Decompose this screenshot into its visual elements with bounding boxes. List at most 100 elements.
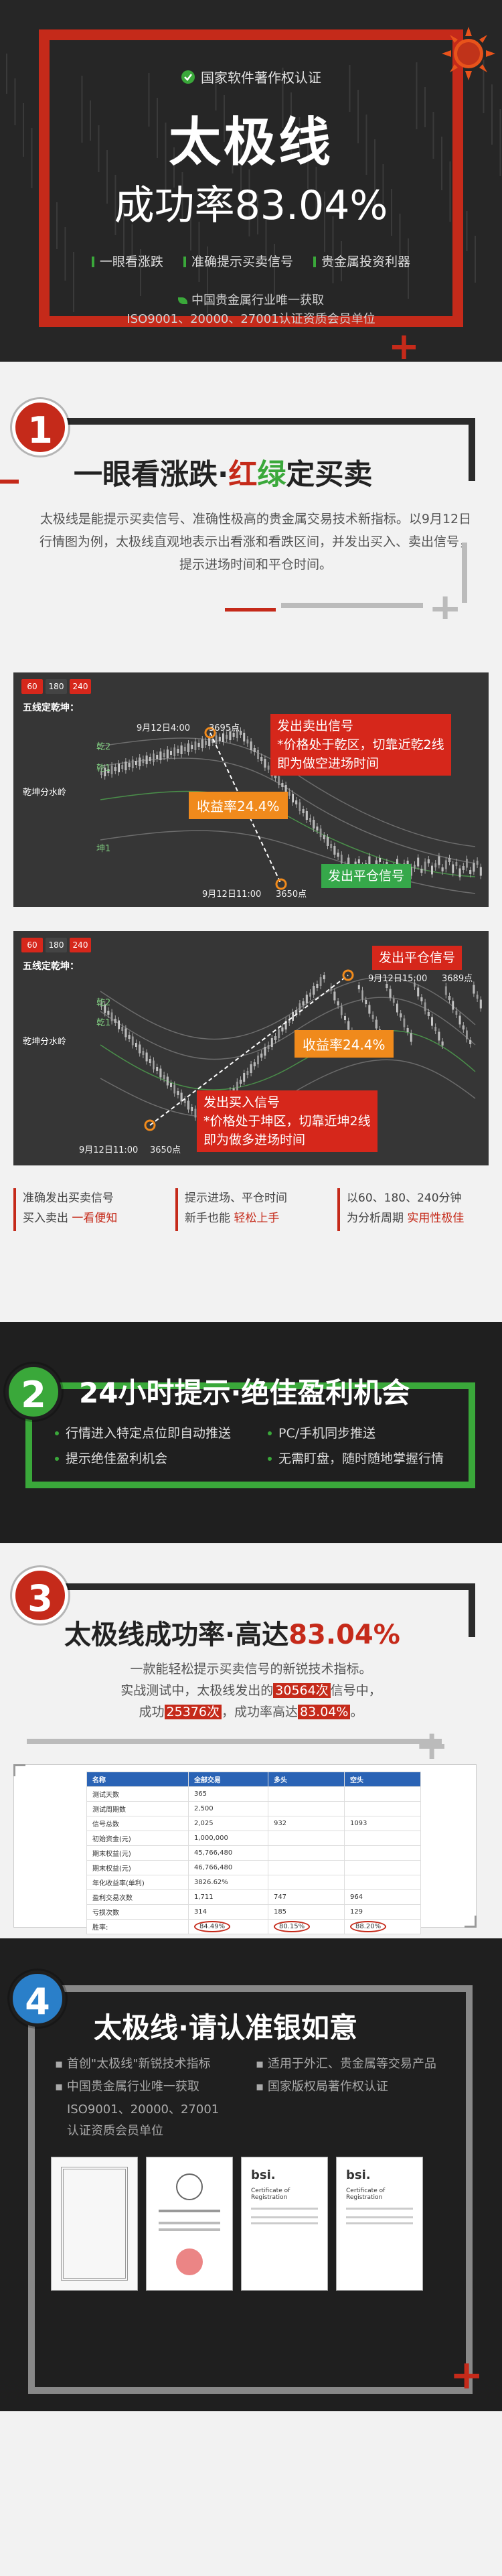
price-label: 3650点 [276,889,307,900]
table-cell: 365 [187,1786,268,1802]
list-item: 认证资质会员单位 [67,2124,163,2138]
test-results-card: 名称 全部交易 多头 空头 测试天数 365 测试周期数 2,500 信号总数 2,025 932 1… [13,1764,477,1934]
test-results-table: 名称 全部交易 多头 空头 测试天数 365 测试周期数 2,500 信号总数 2,025 932 1… [86,1772,422,1934]
date-label: 9月12日15:00 [368,974,428,984]
date-label: 9月12日11:00 [202,889,262,900]
section-1: 1 一眼看涨跌·红绿定买卖 太极线是能提示买卖信号、准确性极高的贵金属交易技术新… [0,362,502,619]
axis-label: 乾坤分水岭 [23,1037,67,1047]
table-row: 期末权益(元) 46,766,480 [86,1860,422,1875]
section-number: 1 [12,399,68,455]
table-cell [267,1831,345,1846]
section-number: 4 [9,1971,66,2027]
table-row: 盈利交易次数 1,711 747 964 [86,1889,422,1905]
table-row: 胜率: 84.49% 80.15% 88.20% [86,1919,422,1934]
table-cell: 45,766,480 [187,1845,268,1861]
feature-columns: 准确发出买卖信号 买入卖出 一看便知 提示进场、平仓时间 新手也能 轻松上手 以60… [13,1188,489,1262]
table-cell: 129 [343,1904,422,1920]
table-row: 初始资金(元) 1,000,000 [86,1831,422,1846]
table-cell [343,1786,422,1802]
profit-badge: 收益率24.4% [295,1030,394,1058]
table-header: 名称 [86,1772,189,1787]
hero-features: 一眼看涨跌 准确提示买卖信号 贵金属投资利器 [0,252,502,270]
table-cell [267,1875,345,1890]
buy-signal-callout: 发出买入信号 *价格处于坤区，切靠近坤2线 即为做多进场时间 [197,1090,378,1152]
divider [469,1583,475,1637]
list-item: 行情进入特定点位即自动推送 [55,1421,282,1445]
band-line [100,997,476,1060]
level-label: 乾2 [96,742,111,752]
hero-note: 中国贵金属行业唯一获取 [0,291,502,308]
divider [27,1583,475,1590]
table-cell [343,1875,422,1890]
table-cell: 盈利交易次数 [86,1889,189,1905]
table-cell: 2,025 [187,1816,268,1831]
check-circle-icon [181,70,195,88]
tab-240[interactable]: 240 [70,679,91,694]
certificate-image [51,2157,138,2291]
chart-buy-signal: 60 180 240 五线定乾坤： 乾2 乾1 乾坤分水岭 9月12日15:00… [13,931,489,1165]
table-cell: 932 [267,1816,345,1831]
table-cell [267,1860,345,1875]
section-title: 一眼看涨跌·红绿定买卖 [74,458,373,492]
table-cell: 期末权益(元) [86,1845,189,1861]
table-cell: 3826.62% [187,1875,268,1890]
tab-60[interactable]: 60 [21,938,43,952]
signal-charts-section: 60 180 240 五线定乾坤： 乾2 乾1 坤1 乾坤分水岭 9月12日4:… [0,619,502,1322]
list-item: ▪ 中国贵金属行业唯一获取 [55,2080,199,2094]
table-cell: 期末权益(元) [86,1860,189,1875]
plus-icon: + [388,325,420,362]
hero-feature: 准确提示买卖信号 [183,255,293,269]
divider [462,543,467,603]
table-cell: 314 [187,1904,268,1920]
table-header: 多头 [267,1772,345,1787]
certificate-image: bsi. Certificate of Registration [336,2157,423,2291]
level-label: 乾1 [96,1018,111,1028]
divider [27,1739,442,1744]
divider [469,418,475,481]
table-cell: 84.49% [187,1919,268,1934]
table-cell: 信号总数 [86,1816,189,1831]
profit-badge: 收益率24.4% [189,792,288,819]
table-cell: 2,500 [187,1801,268,1816]
certificate-image [146,2157,233,2291]
plus-icon: + [415,1722,449,1769]
hero-note-iso: ISO9001、20000、27001认证资质会员单位 [127,312,375,326]
hero-feature: 一眼看涨跌 [91,255,163,269]
tab-180[interactable]: 180 [46,938,67,952]
tab-60[interactable]: 60 [21,679,43,694]
section-title: 太极线·请认准银如意 [94,2011,357,2044]
tab-180[interactable]: 180 [46,679,67,694]
level-label: 坤1 [96,844,111,854]
table-cell [267,1786,345,1802]
certificate-gallery: bsi. Certificate of Registration bsi. Ce… [51,2157,431,2291]
list-item: PC/手机同步推送 [268,1421,469,1445]
hero-banner: 国家软件著作权认证 太极线 成功率83.04% 一眼看涨跌 准确提示买卖信号 贵… [0,0,502,362]
date-label: 9月12日4:00 [137,723,191,733]
table-cell: 46,766,480 [187,1860,268,1875]
close-signal-callout: 发出平仓信号 [372,946,463,970]
list-item: ▪ 首创"太极线"新锐技术指标 [55,2057,211,2071]
hero-title: 太极线 [168,113,333,173]
level-label: 乾1 [96,764,111,774]
section-title: 太极线成功率·高达83.04% [64,1620,400,1650]
table-row: 亏损次数 314 185 129 [86,1904,422,1920]
tab-240[interactable]: 240 [70,938,91,952]
list-item: 无需盯盘，随时随地掌握行情 [268,1447,482,1471]
section-number: 2 [5,1364,62,1420]
table-cell: 年化收益率(单利) [86,1875,189,1890]
divider [281,603,423,608]
table-cell: 88.20% [343,1919,422,1934]
list-item: ISO9001、20000、27001 [67,2102,220,2117]
date-label: 9月12日11:00 [79,1145,139,1155]
section-4: 4 太极线·请认准银如意 ▪ 首创"太极线"新锐技术指标 ▪ 适用于外汇、贵金属… [0,1938,502,2411]
level-label: 乾2 [96,998,111,1008]
divider [0,480,19,484]
price-label: 3689点 [442,974,473,984]
section-description: 太极线是能提示买卖信号、准确性极高的贵金属交易技术新指标。以9月12日行情图为例… [39,512,472,572]
section-title: 24小时提示·绝佳盈利机会 [79,1376,410,1409]
table-cell: 测试周期数 [86,1801,189,1816]
sell-signal-callout: 发出卖出信号 *价格处于乾区，切靠近乾2线 即为做空进场时间 [270,714,451,776]
price-label: 3695点 [209,723,240,733]
close-signal-callout: 发出平仓信号 [321,864,412,888]
table-cell [343,1860,422,1875]
